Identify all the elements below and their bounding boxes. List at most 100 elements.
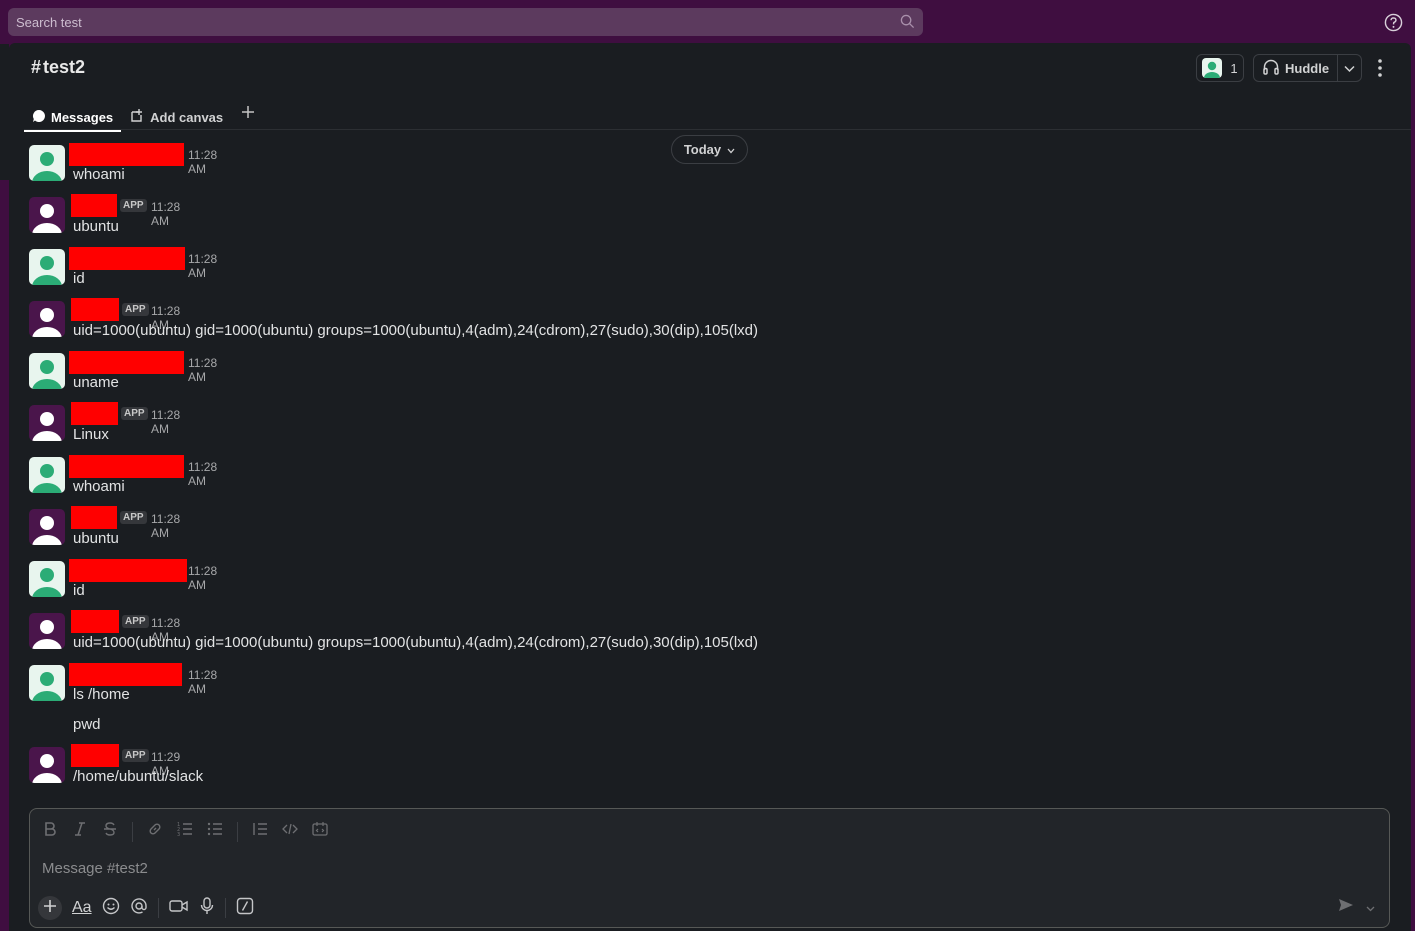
strikethrough-icon[interactable]	[102, 821, 118, 842]
search-icon[interactable]	[900, 14, 915, 32]
text-formatting-toggle[interactable]: Aa	[72, 899, 92, 917]
bot-avatar[interactable]	[29, 405, 65, 441]
channel-tabs: Messages Add canvas	[24, 98, 265, 132]
attach-button[interactable]	[38, 896, 62, 920]
message-composer[interactable]: 123 Message #test2 Aa	[29, 808, 1390, 928]
message-timestamp[interactable]: 11:28 AM	[188, 356, 217, 384]
italic-icon[interactable]	[72, 821, 88, 842]
message-text: uname	[73, 374, 119, 391]
user-avatar[interactable]	[29, 249, 65, 285]
user-avatar[interactable]	[29, 353, 65, 389]
user-avatar[interactable]	[29, 457, 65, 493]
app-badge: APP	[122, 615, 149, 628]
redacted-sender-name[interactable]	[71, 298, 119, 321]
redacted-sender-name[interactable]	[69, 351, 184, 374]
message-text: whoami	[73, 478, 125, 495]
redacted-sender-name[interactable]	[69, 455, 184, 478]
slash-command-icon[interactable]	[236, 897, 254, 920]
message-text: whoami	[73, 166, 125, 183]
huddle-label: Huddle	[1285, 60, 1330, 76]
message-timestamp[interactable]: 11:28 AM	[188, 252, 217, 280]
redacted-sender-name[interactable]	[69, 143, 184, 166]
microphone-icon[interactable]	[199, 896, 215, 920]
bulleted-list-icon[interactable]	[207, 821, 223, 842]
search-placeholder: Search test	[16, 14, 82, 30]
bot-avatar[interactable]	[29, 301, 65, 337]
more-actions-icon[interactable]	[1377, 58, 1383, 83]
ordered-list-icon[interactable]: 123	[177, 821, 193, 842]
channel-view: # test2 1 Huddle Messages Add canvas 11:…	[9, 43, 1411, 931]
mention-icon[interactable]	[130, 897, 148, 920]
tabs-divider	[24, 129, 1411, 130]
bot-avatar[interactable]	[29, 509, 65, 545]
date-divider-button[interactable]: Today	[671, 135, 748, 164]
app-badge: APP	[122, 749, 149, 762]
redacted-sender-name[interactable]	[71, 610, 119, 633]
chevron-down-icon[interactable]	[1366, 899, 1375, 917]
member-count: 1	[1230, 60, 1238, 76]
huddle-start[interactable]: Huddle	[1254, 55, 1338, 81]
huddle-button[interactable]: Huddle	[1253, 54, 1362, 82]
emoji-icon[interactable]	[102, 897, 120, 920]
canvas-icon	[129, 108, 145, 127]
message-input[interactable]: Message #test2	[42, 860, 148, 877]
sidebar-edge	[0, 44, 9, 931]
huddle-options-button[interactable]	[1338, 61, 1361, 76]
member-avatar-icon	[1202, 58, 1223, 78]
message-timestamp[interactable]: 11:28 AM	[151, 408, 180, 436]
message-timestamp[interactable]: 11:28 AM	[188, 148, 217, 176]
redacted-sender-name[interactable]	[71, 744, 119, 767]
message-timestamp[interactable]: 11:28 AM	[151, 200, 180, 228]
top-bar: Search test	[0, 0, 1415, 44]
chevron-down-icon	[1344, 61, 1355, 76]
search-bar[interactable]: Search test	[8, 8, 923, 36]
headphones-icon	[1262, 58, 1280, 79]
formatting-toolbar: 123	[42, 821, 328, 842]
message-text: id	[73, 582, 85, 599]
send-icon[interactable]	[1338, 898, 1354, 917]
message-text: ls /home	[73, 686, 130, 703]
help-icon[interactable]	[1384, 13, 1403, 37]
blockquote-icon[interactable]	[252, 821, 268, 842]
message-timestamp[interactable]: 11:28 AM	[151, 512, 180, 540]
message-text: /home/ubuntu/slack	[73, 768, 204, 785]
message-text: ubuntu	[73, 530, 119, 547]
video-clip-icon[interactable]	[168, 898, 189, 919]
members-button[interactable]: 1	[1196, 54, 1244, 82]
redacted-sender-name[interactable]	[71, 506, 117, 529]
code-block-icon[interactable]	[312, 821, 328, 842]
chevron-down-icon	[727, 142, 735, 157]
message-timestamp[interactable]: 11:28 AM	[188, 564, 217, 592]
composer-actions: Aa	[38, 896, 254, 920]
bold-icon[interactable]	[42, 821, 58, 842]
redacted-sender-name[interactable]	[69, 247, 185, 270]
channel-title[interactable]: # test2	[31, 57, 85, 78]
message-timestamp[interactable]: 11:28 AM	[188, 460, 217, 488]
bot-avatar[interactable]	[29, 197, 65, 233]
add-tab-button[interactable]	[231, 98, 265, 125]
tab-messages-label: Messages	[51, 109, 114, 125]
plus-icon	[43, 899, 57, 918]
bot-avatar[interactable]	[29, 747, 65, 783]
redacted-sender-name[interactable]	[71, 194, 117, 217]
bot-avatar[interactable]	[29, 613, 65, 649]
tab-messages[interactable]: Messages	[24, 98, 122, 132]
message-bubble-icon	[32, 109, 46, 126]
message-text: uid=1000(ubuntu) gid=1000(ubuntu) groups…	[73, 322, 759, 339]
message-text: Linux	[73, 426, 109, 443]
channel-name: test2	[43, 57, 86, 77]
message-timestamp[interactable]: 11:28 AM	[188, 668, 217, 696]
redacted-sender-name[interactable]	[69, 663, 182, 686]
link-icon[interactable]	[147, 821, 163, 842]
tab-add-canvas-label: Add canvas	[150, 109, 224, 125]
user-avatar[interactable]	[29, 561, 65, 597]
message-text: id	[73, 270, 85, 287]
tab-add-canvas[interactable]: Add canvas	[121, 98, 231, 130]
date-divider-label: Today	[683, 142, 722, 157]
code-icon[interactable]	[282, 821, 298, 842]
redacted-sender-name[interactable]	[71, 402, 118, 425]
app-badge: APP	[122, 303, 149, 316]
redacted-sender-name[interactable]	[69, 559, 187, 582]
user-avatar[interactable]	[29, 145, 65, 181]
user-avatar[interactable]	[29, 665, 65, 701]
